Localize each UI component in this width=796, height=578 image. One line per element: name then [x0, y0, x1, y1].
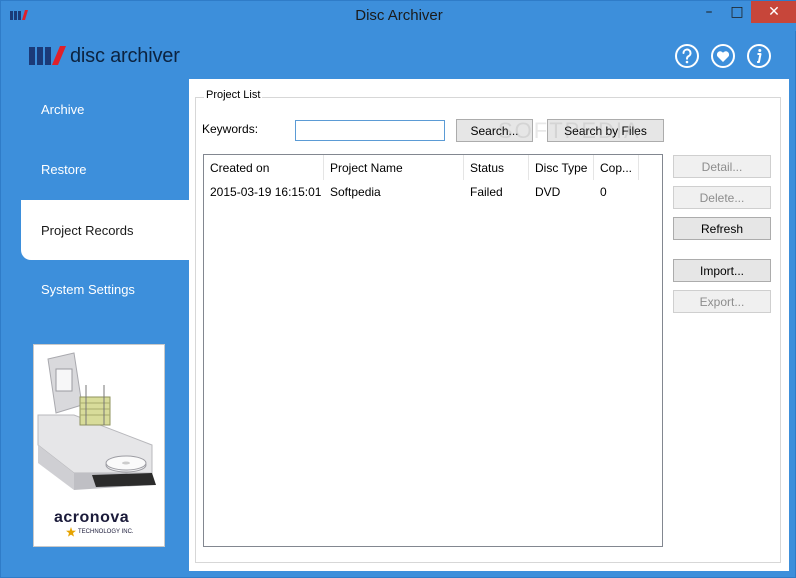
disc-publisher-illustration	[37, 352, 156, 490]
cell-copies: 0	[600, 185, 607, 199]
project-list-title: Project List	[204, 89, 263, 101]
delete-button[interactable]: Delete...	[673, 186, 771, 209]
window-title: Disc Archiver	[355, 7, 443, 24]
keywords-input[interactable]	[295, 120, 445, 141]
heart-icon[interactable]	[710, 43, 736, 69]
column-header-disc-type[interactable]: Disc Type	[529, 155, 594, 180]
promo-star-icon	[66, 527, 76, 537]
info-icon[interactable]	[746, 43, 772, 69]
promo-tagline: TECHNOLOGY INC.	[78, 529, 134, 535]
keywords-label: Keywords:	[202, 122, 259, 136]
column-header-copies[interactable]: Cop...	[594, 155, 639, 180]
app-header: disc archiver	[1, 31, 796, 79]
product-promo-image: acronova TECHNOLOGY INC.	[33, 344, 165, 547]
maximize-button[interactable]: □	[723, 1, 751, 23]
cell-created-on: 2015-03-19 16:15:01	[210, 185, 322, 199]
refresh-button[interactable]: Refresh	[673, 217, 771, 240]
export-button[interactable]: Export...	[673, 290, 771, 313]
close-button[interactable]: ✕	[751, 1, 796, 23]
import-button[interactable]: Import...	[673, 259, 771, 282]
column-header-status[interactable]: Status	[464, 155, 529, 180]
title-bar[interactable]: Disc Archiver – □ ✕	[1, 1, 796, 31]
cell-disc-type: DVD	[535, 185, 561, 199]
sidebar-item-system-settings[interactable]: System Settings	[21, 259, 189, 319]
minimize-button[interactable]: –	[695, 1, 723, 23]
app-window: Disc Archiver – □ ✕ disc archiver Archiv…	[0, 0, 796, 578]
detail-button[interactable]: Detail...	[673, 155, 771, 178]
column-header-created-on[interactable]: Created on	[204, 155, 324, 180]
sidebar-item-archive[interactable]: Archive	[21, 79, 189, 139]
cell-status: Failed	[470, 185, 503, 199]
sidebar-item-project-records[interactable]: Project Records	[21, 200, 189, 260]
logo-mark-icon	[29, 46, 66, 65]
column-header-project-name[interactable]: Project Name	[324, 155, 464, 180]
search-button[interactable]: Search...	[456, 119, 533, 142]
sidebar-item-restore[interactable]: Restore	[21, 139, 189, 199]
help-icon[interactable]	[674, 43, 700, 69]
logo-text: disc archiver	[70, 45, 180, 67]
cell-project-name: Softpedia	[330, 185, 381, 199]
project-list-table[interactable]: Created on Project Name Status Disc Type…	[203, 154, 663, 547]
search-by-files-button[interactable]: Search by Files	[547, 119, 664, 142]
promo-brand: acronova	[54, 509, 130, 526]
main-content: Project List Keywords: Search... Search …	[189, 79, 789, 571]
